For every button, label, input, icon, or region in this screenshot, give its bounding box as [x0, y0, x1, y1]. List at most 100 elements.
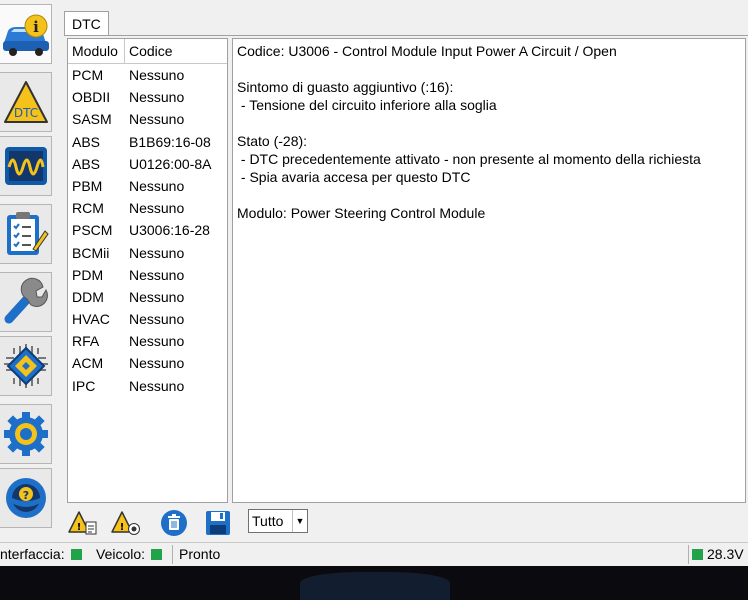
sidebar-item-chip[interactable]	[0, 336, 52, 396]
table-row[interactable]: SASM Nessuno	[68, 108, 227, 130]
sidebar-item-dtc[interactable]: DTC	[0, 72, 52, 132]
detail-status-item: - DTC precedentemente attivato - non pre…	[237, 151, 701, 167]
sidebar-item-help[interactable]: ?	[0, 468, 52, 528]
dtc-module-list[interactable]: Modulo Codice PCM Nessuno OBDII Nessuno SASM…	[67, 38, 228, 503]
svg-text:!: !	[120, 522, 125, 533]
table-row[interactable]: DDM Nessuno	[68, 286, 227, 308]
row-module: PBM	[72, 177, 103, 194]
detail-symptom-title: Sintomo di guasto aggiuntivo (:16):	[237, 79, 454, 95]
dtc-record-button[interactable]: !	[111, 509, 141, 536]
row-code: Nessuno	[129, 311, 185, 328]
voltage-status-led	[692, 549, 703, 560]
row-module: BCMii	[72, 244, 110, 261]
sidebar-item-wrench[interactable]	[0, 272, 52, 332]
detail-symptom-item: - Tensione del circuito inferiore alla s…	[237, 97, 497, 113]
chip-icon	[3, 344, 48, 388]
sidebar-toolbar: i DTC ?	[0, 0, 54, 536]
dtc-detail-pane: Codice: U3006 - Control Module Input Pow…	[232, 38, 746, 503]
list-header: Modulo Codice	[68, 39, 227, 64]
table-row[interactable]: PBM Nessuno	[68, 175, 227, 197]
row-module: RFA	[72, 333, 100, 350]
status-interface: nterfaccia:	[0, 543, 86, 566]
desktop-background-glow	[300, 572, 450, 600]
oscilloscope-icon	[4, 147, 47, 185]
tab-dtc[interactable]: DTC	[64, 11, 109, 35]
battery-voltage-value: 28.3V	[707, 546, 744, 562]
battery-voltage: 28.3V	[690, 543, 744, 566]
row-module: ACM	[72, 355, 104, 372]
detail-status-title: Stato (-28):	[237, 133, 308, 149]
row-code: Nessuno	[129, 67, 185, 83]
vehicle-label: Veicolo:	[96, 546, 146, 562]
row-code: Nessuno	[129, 377, 185, 394]
table-row[interactable]: PDM Nessuno	[68, 264, 227, 286]
dtc-icon: DTC	[3, 81, 48, 123]
interface-label: nterfaccia:	[0, 546, 65, 562]
table-row[interactable]: ABS U0126:00-8A	[68, 153, 227, 175]
status-vehicle: Veicolo:	[96, 543, 166, 566]
row-code: Nessuno	[129, 288, 185, 305]
table-row[interactable]: PSCM U3006:16-28	[68, 219, 227, 241]
sidebar-item-oscilloscope[interactable]	[0, 136, 52, 196]
dtc-filter-select[interactable]: Tutto ▼	[248, 509, 308, 533]
row-code: Nessuno	[129, 200, 185, 217]
row-code: Nessuno	[129, 355, 185, 372]
vehicle-info-icon: i	[2, 14, 49, 56]
dtc-filter-value: Tutto	[252, 513, 284, 529]
table-row[interactable]: RFA Nessuno	[68, 330, 227, 352]
checklist-icon	[6, 212, 49, 255]
detail-module-line: Modulo: Power Steering Control Module	[237, 205, 486, 221]
row-code: Nessuno	[129, 333, 185, 350]
row-module: ABS	[72, 155, 101, 172]
row-code: Nessuno	[129, 111, 185, 128]
row-code: U0126:00-8A	[129, 155, 212, 172]
row-code: Nessuno	[129, 89, 185, 106]
svg-text:?: ?	[22, 489, 28, 502]
row-module: PSCM	[72, 222, 113, 239]
row-module: RCM	[72, 200, 104, 217]
interface-status-led	[70, 549, 82, 560]
row-code: U3006:16-28	[129, 222, 210, 239]
table-row[interactable]: HVAC Nessuno	[68, 308, 227, 330]
table-row[interactable]: PCM Nessuno	[68, 64, 227, 86]
sidebar-item-vehicle-info[interactable]: i	[0, 4, 52, 64]
svg-text:DTC: DTC	[13, 106, 37, 120]
sidebar-item-settings[interactable]	[0, 404, 52, 464]
row-code: Nessuno	[129, 266, 185, 283]
read-dtc-button[interactable]: !	[68, 509, 98, 536]
row-module: HVAC	[72, 311, 110, 328]
row-code: B1B69:16-08	[129, 133, 211, 150]
connection-state: Pronto	[179, 546, 221, 562]
table-row[interactable]: RCM Nessuno	[68, 197, 227, 219]
vehicle-status-led	[151, 549, 163, 560]
row-module: IPC	[72, 377, 96, 394]
row-module: OBDII	[72, 89, 111, 106]
sidebar-item-checklist[interactable]	[0, 204, 52, 264]
svg-text:!: !	[77, 522, 82, 533]
dtc-record-icon: !	[111, 510, 140, 535]
svg-text:i: i	[33, 18, 39, 36]
table-row[interactable]: ACM Nessuno	[68, 352, 227, 374]
table-row[interactable]: OBDII Nessuno	[68, 86, 227, 108]
help-steering-icon: ?	[5, 478, 46, 518]
row-module: SASM	[72, 111, 112, 128]
row-module: PCM	[72, 67, 104, 83]
clear-dtc-icon	[161, 509, 187, 536]
column-header-module[interactable]: Modulo	[68, 39, 125, 63]
row-module: DDM	[72, 288, 104, 305]
row-module: ABS	[72, 133, 101, 150]
status-bar: nterfaccia: Veicolo: Pronto 28.3V	[0, 542, 748, 566]
clear-dtc-button[interactable]	[159, 509, 189, 536]
table-row[interactable]: BCMii Nessuno	[68, 242, 227, 264]
table-row[interactable]: ABS B1B69:16-08	[68, 131, 227, 153]
wrench-icon	[4, 277, 48, 324]
table-row[interactable]: IPC Nessuno	[68, 375, 227, 397]
row-code: Nessuno	[129, 244, 185, 261]
save-button[interactable]	[203, 509, 233, 536]
chevron-down-icon[interactable]: ▼	[292, 510, 307, 532]
row-module: PDM	[72, 266, 104, 283]
detail-code-line: Codice: U3006 - Control Module Input Pow…	[237, 43, 617, 59]
save-icon	[206, 510, 230, 535]
read-dtc-icon: !	[68, 510, 97, 534]
column-header-code[interactable]: Codice	[125, 39, 227, 63]
